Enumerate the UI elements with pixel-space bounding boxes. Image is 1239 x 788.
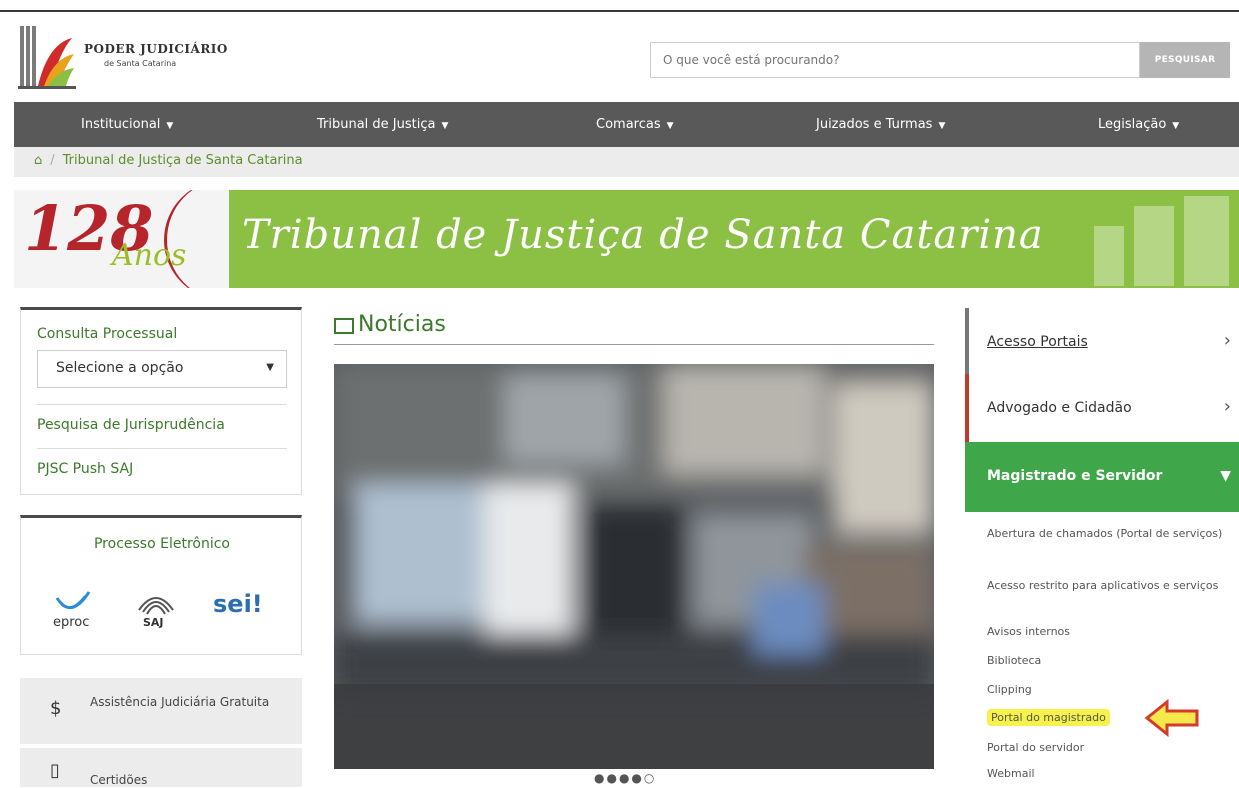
eproc-label: eproc	[53, 615, 89, 630]
arrow-left-icon	[1144, 698, 1199, 738]
caret-down-icon: ▼	[266, 362, 274, 373]
nav-item-institucional[interactable]: Institucional ▼	[81, 102, 173, 147]
menu-advogado-cidadao[interactable]: Advogado e Cidadão ›	[965, 374, 1239, 444]
nav-item-legislacao[interactable]: Legislação ▼	[1098, 102, 1179, 147]
chevron-down-icon: ▼	[1220, 468, 1231, 484]
banner-title: Tribunal de Justiça de Santa Catarina	[242, 212, 1044, 258]
consulta-select[interactable]: Selecione a opção ▼	[37, 350, 287, 388]
link-webmail[interactable]: Webmail	[987, 766, 1227, 782]
news-divider	[334, 344, 934, 345]
saj-logo[interactable]: SAJ	[131, 580, 181, 634]
chevron-right-icon: ›	[1223, 330, 1231, 351]
caret-down-icon: ▼	[166, 121, 174, 131]
select-value: Selecione a opção	[56, 360, 184, 376]
nav-item-comarcas[interactable]: Comarcas ▼	[596, 102, 674, 147]
highlighted-label: Portal do magistrado	[987, 709, 1110, 726]
home-icon[interactable]: ⌂	[34, 153, 42, 168]
consulta-title[interactable]: Consulta Processual	[37, 326, 177, 342]
divider	[37, 448, 287, 449]
top-border	[0, 0, 1239, 12]
breadcrumb-current[interactable]: Tribunal de Justiça de Santa Catarina	[63, 153, 303, 168]
building-illustration	[1094, 196, 1229, 286]
breadcrumb-separator: /	[50, 153, 55, 168]
accent-bar	[965, 308, 969, 378]
link-acesso-restrito[interactable]: Acesso restrito para aplicativos e servi…	[987, 578, 1227, 594]
accent-bar	[965, 374, 969, 444]
banner-anos: Anos	[112, 238, 187, 273]
nav-label: Comarcas	[596, 117, 661, 132]
eproc-logo[interactable]: eproc	[49, 580, 99, 634]
nav-item-tribunal[interactable]: Tribunal de Justiça ▼	[317, 102, 448, 147]
link-avisos-internos[interactable]: Avisos internos	[987, 624, 1227, 640]
caret-down-icon: ▼	[441, 121, 449, 131]
push-saj-link[interactable]: PJSC Push SAJ	[37, 461, 133, 477]
search-button[interactable]: PESQUISAR	[1140, 42, 1230, 78]
saj-icon: SAJ	[138, 597, 174, 629]
newspaper-icon	[334, 318, 354, 334]
dollar-icon: $	[50, 698, 62, 719]
logo-subtitle: de Santa Catarina	[104, 59, 177, 68]
consulta-panel: Consulta Processual Selecione a opção ▼ …	[20, 307, 302, 495]
news-image[interactable]	[334, 364, 934, 769]
processo-title: Processo Eletrônico	[93, 536, 230, 552]
caret-down-icon: ▼	[938, 121, 946, 131]
caret-down-icon: ▼	[1172, 121, 1180, 131]
link-biblioteca[interactable]: Biblioteca	[987, 653, 1227, 669]
processo-panel: Processo Eletrônico eproc SAJ sei!	[20, 515, 302, 655]
link-clipping[interactable]: Clipping	[987, 682, 1227, 698]
jurisprudencia-link[interactable]: Pesquisa de Jurisprudência	[37, 417, 225, 433]
logo-title: PODER JUDICIÁRIO	[84, 42, 228, 56]
menu-acesso-portais[interactable]: Acesso Portais ›	[965, 308, 1239, 378]
search-input[interactable]	[650, 42, 1140, 78]
side-item-certidoes[interactable]: ▯ Certidões	[20, 748, 302, 787]
eproc-icon: eproc	[53, 591, 91, 630]
link-portal-servidor[interactable]: Portal do servidor	[987, 740, 1227, 756]
document-icon: ▯	[50, 760, 60, 781]
breadcrumb: ⌂ / Tribunal de Justiça de Santa Catarina	[14, 147, 1239, 177]
main-nav: Institucional ▼ Tribunal de Justiça ▼ Coma…	[14, 102, 1239, 147]
caret-down-icon: ▼	[666, 121, 674, 131]
side-item-label: Certidões	[90, 773, 148, 787]
menu-label: Magistrado e Servidor	[987, 468, 1163, 484]
link-abertura-chamados[interactable]: Abertura de chamados (Portal de serviços…	[987, 526, 1227, 542]
menu-label: Acesso Portais	[987, 334, 1088, 350]
divider	[37, 404, 287, 405]
side-item-label: Assistência Judiciária Gratuita	[90, 695, 270, 709]
sei-logo[interactable]: sei!	[213, 590, 263, 618]
logo-mark-icon	[18, 26, 76, 89]
site-header: PODER JUDICIÁRIO de Santa Catarina PESQU…	[0, 14, 1239, 102]
anniversary-banner: 128 Anos Tribunal de Justiça de Santa Ca…	[14, 190, 1239, 288]
nav-label: Institucional	[81, 117, 161, 132]
carousel-dots[interactable]: ●●●●○	[594, 771, 656, 785]
nav-label: Tribunal de Justiça	[317, 117, 436, 132]
side-item-assistencia[interactable]: $ Assistência Judiciária Gratuita	[20, 678, 302, 744]
chevron-right-icon: ›	[1223, 396, 1231, 417]
sei-label: sei!	[213, 590, 263, 618]
menu-label: Advogado e Cidadão	[987, 400, 1132, 416]
nav-item-juizados[interactable]: Juizados e Turmas ▼	[816, 102, 945, 147]
site-logo[interactable]: PODER JUDICIÁRIO de Santa Catarina	[18, 24, 258, 94]
menu-magistrado-servidor[interactable]: Magistrado e Servidor ▼	[965, 442, 1239, 512]
news-title: Notícias	[358, 312, 446, 337]
nav-label: Juizados e Turmas	[816, 117, 933, 132]
blurred-photo	[334, 364, 934, 769]
nav-label: Legislação	[1098, 117, 1167, 132]
saj-label: SAJ	[143, 616, 164, 629]
